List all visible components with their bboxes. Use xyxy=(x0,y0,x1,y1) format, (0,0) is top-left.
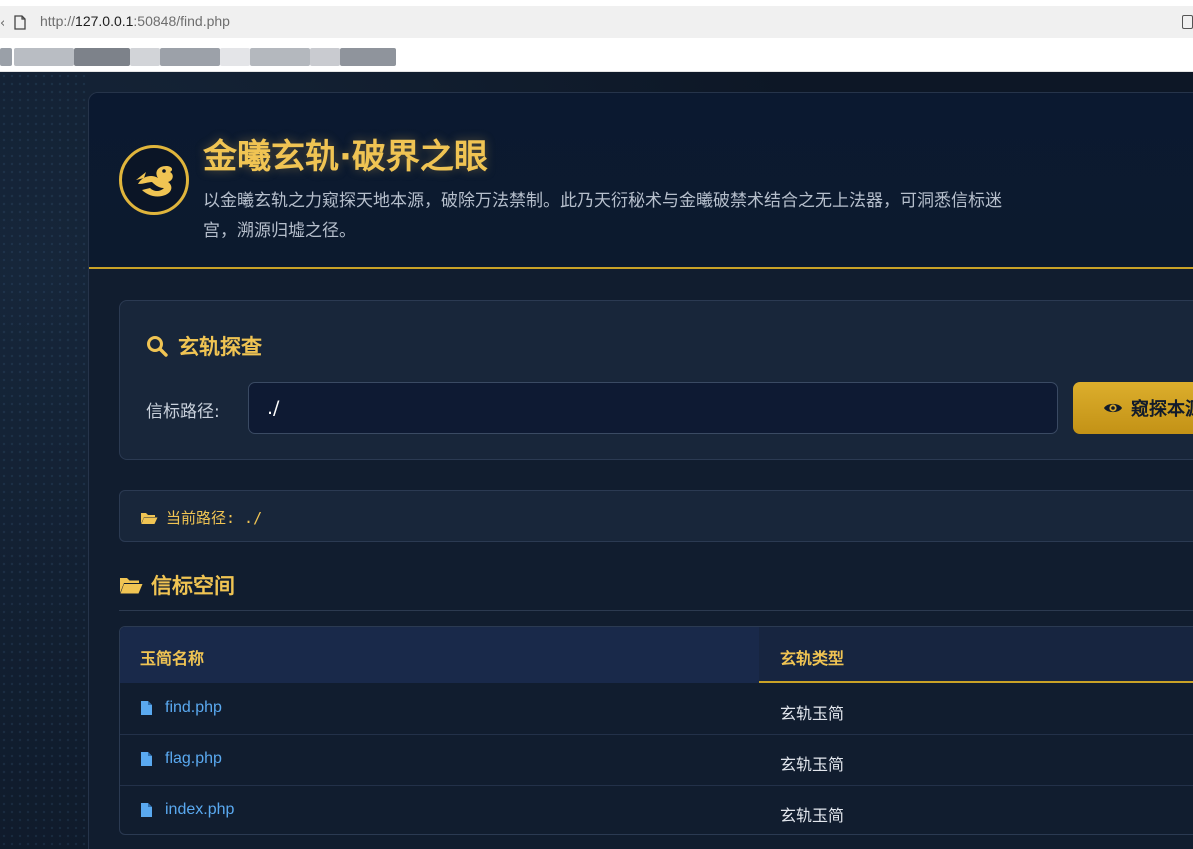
table-row: flag.php 玄轨玉简 xyxy=(120,735,1193,786)
file-icon xyxy=(141,803,152,817)
path-field-label: 信标路径: xyxy=(146,402,220,422)
probe-button-label: 窥探本源 xyxy=(1131,399,1193,419)
file-icon xyxy=(141,701,152,715)
search-card: 玄轨探查 信标路径: 窥探本源 xyxy=(119,300,1193,460)
url-prefix: http:// xyxy=(40,13,76,29)
current-path-text: 当前路径: ./ xyxy=(166,509,263,527)
blurred-bookmark[interactable] xyxy=(0,48,12,66)
file-name-link[interactable]: find.php xyxy=(165,699,222,717)
column-header-type[interactable]: 玄轨类型 xyxy=(780,645,844,669)
url-rest: :50848/find.php xyxy=(133,13,230,29)
browser-chrome: ‹ http://127.0.0.1:50848/find.php xyxy=(0,0,1193,72)
search-icon xyxy=(147,336,168,357)
file-name-cell[interactable]: find.php xyxy=(140,699,222,717)
folder-open-icon xyxy=(120,577,143,593)
url-text[interactable]: http://127.0.0.1:50848/find.php xyxy=(40,13,230,29)
folder-open-icon xyxy=(141,512,158,524)
file-icon xyxy=(141,752,152,766)
column-header-name[interactable]: 玉简名称 xyxy=(140,645,204,669)
page-icon xyxy=(14,15,26,30)
main-panel: 金曦玄轨·破界之眼 以金曦玄轨之力窥探天地本源，破除万法禁制。此乃天衍秘术与金曦… xyxy=(88,92,1193,849)
current-path-bar: 当前路径: ./ xyxy=(119,490,1193,542)
file-type-cell: 玄轨玉简 xyxy=(780,755,845,774)
blurred-bookmark[interactable] xyxy=(14,48,74,66)
blurred-bookmark[interactable] xyxy=(250,48,310,66)
header-col1-bg xyxy=(120,627,759,683)
address-bar[interactable]: ‹ http://127.0.0.1:50848/find.php xyxy=(0,6,1193,38)
path-input[interactable] xyxy=(248,382,1058,434)
file-type-cell: 玄轨玉简 xyxy=(780,806,845,825)
blurred-bookmark[interactable] xyxy=(160,48,220,66)
blurred-bookmark[interactable] xyxy=(74,48,130,66)
bookmarks-bar xyxy=(0,38,1193,72)
table-header: 玉简名称 玄轨类型 xyxy=(120,627,1193,683)
blurred-bookmark[interactable] xyxy=(340,48,396,66)
file-name-cell[interactable]: flag.php xyxy=(140,750,222,768)
page-description: 以金曦玄轨之力窥探天地本源，破除万法禁制。此乃天衍秘术与金曦破禁术结合之无上法器… xyxy=(203,191,1002,241)
file-table: 玉简名称 玄轨类型 find.php 玄轨玉简 flag.php 玄轨玉简 in… xyxy=(119,626,1193,835)
eye-icon xyxy=(1104,403,1122,413)
dot-pattern xyxy=(0,72,88,849)
blurred-bookmark[interactable] xyxy=(220,48,250,66)
table-row: index.php 玄轨玉简 xyxy=(120,786,1193,834)
search-heading: 玄轨探查 xyxy=(146,331,262,361)
listing-title: 信标空间 xyxy=(151,574,235,598)
dragon-logo-icon xyxy=(119,145,189,215)
hero-header: 金曦玄轨·破界之眼 以金曦玄轨之力窥探天地本源，破除万法禁制。此乃天衍秘术与金曦… xyxy=(89,93,1193,269)
reader-icon[interactable] xyxy=(1182,15,1193,29)
blurred-bookmark[interactable] xyxy=(310,48,340,66)
file-name-cell[interactable]: index.php xyxy=(140,801,234,819)
page-title: 金曦玄轨·破界之眼 xyxy=(203,137,488,177)
chevron-left-icon[interactable]: ‹ xyxy=(0,16,5,31)
file-name-link[interactable]: flag.php xyxy=(165,750,222,768)
url-host: 127.0.0.1 xyxy=(75,13,134,29)
file-name-link[interactable]: index.php xyxy=(165,801,234,819)
blurred-bookmark[interactable] xyxy=(130,48,160,66)
table-row: find.php 玄轨玉简 xyxy=(120,684,1193,735)
dragon-logo-graphic xyxy=(136,166,173,197)
probe-button[interactable]: 窥探本源 xyxy=(1073,382,1193,434)
search-heading-label: 玄轨探查 xyxy=(178,335,262,359)
file-type-cell: 玄轨玉简 xyxy=(780,704,845,723)
section-divider xyxy=(119,610,1193,611)
listing-section-title: 信标空间 xyxy=(119,570,235,600)
